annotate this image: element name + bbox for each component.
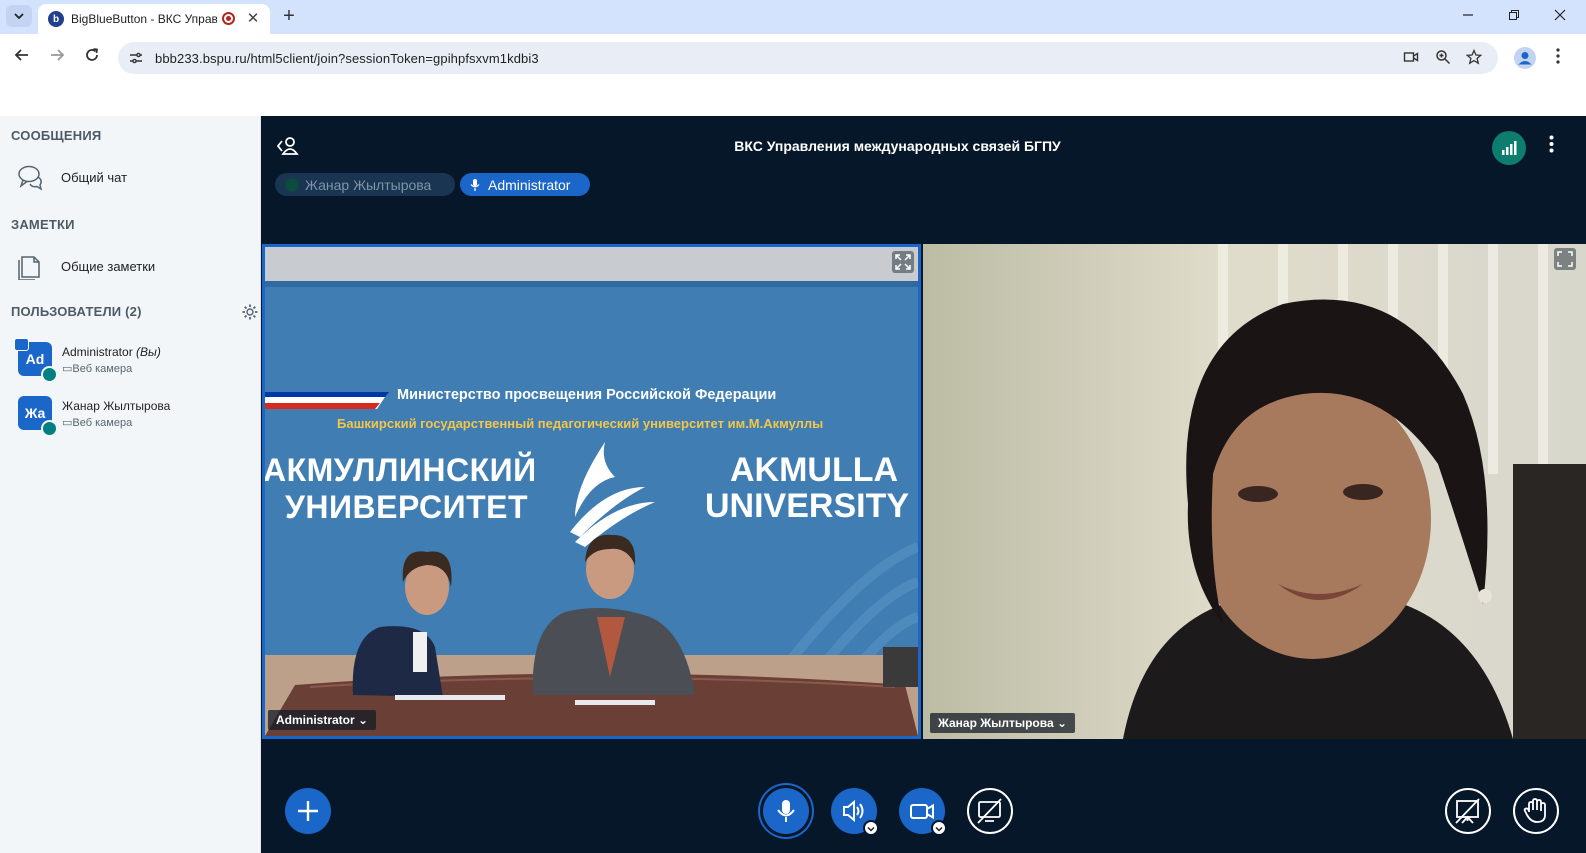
user-status: ▭Веб камера bbox=[62, 363, 133, 375]
user-name: Жанар Жылтырова bbox=[62, 399, 171, 413]
backdrop-ministry-text: Министерство просвещения Российской Феде… bbox=[397, 387, 777, 403]
hand-icon bbox=[1523, 798, 1546, 823]
forward-button[interactable] bbox=[46, 47, 68, 69]
close-window-button[interactable] bbox=[1548, 6, 1572, 26]
microphone-badge-icon bbox=[41, 420, 58, 437]
public-chat-item[interactable]: Общий чат bbox=[14, 160, 250, 196]
url-text: bbb233.bspu.ru/html5client/join?sessionT… bbox=[155, 51, 539, 66]
minimize-window-button[interactable] bbox=[1456, 6, 1480, 26]
microphone-icon bbox=[470, 178, 480, 191]
fullscreen-button[interactable] bbox=[892, 251, 914, 273]
browser-menu-button[interactable] bbox=[1552, 47, 1564, 69]
browser-tab-strip: b BigBlueButton - ВКС Управ ✕ + bbox=[0, 0, 1586, 34]
share-webcam-button[interactable] bbox=[899, 788, 947, 836]
presentation-off-icon bbox=[1455, 798, 1480, 824]
fullscreen-button[interactable] bbox=[1554, 248, 1576, 270]
video-tile-zhanar[interactable]: Жанар Жылтырова ⌄ bbox=[923, 244, 1586, 739]
webcam-video-zhanar bbox=[923, 244, 1586, 739]
mute-microphone-button[interactable] bbox=[763, 788, 809, 834]
expand-icon bbox=[895, 254, 911, 270]
microphone-badge-icon bbox=[41, 366, 58, 383]
close-tab-button[interactable]: ✕ bbox=[244, 10, 262, 28]
backdrop-ru-line2: УНИВЕРСИТЕТ bbox=[285, 489, 529, 525]
user-status: ▭Веб камера bbox=[62, 417, 133, 429]
users-heading: ПОЛЬЗОВАТЕЛИ (2) bbox=[11, 304, 142, 319]
share-screen-button[interactable] bbox=[967, 788, 1013, 834]
expand-icon bbox=[1557, 251, 1573, 267]
more-vertical-icon bbox=[1549, 135, 1553, 153]
recording-indicator-icon bbox=[222, 12, 235, 25]
public-chat-label: Общий чат bbox=[61, 170, 128, 185]
user-list-item[interactable]: Жа Жанар Жылтырова ▭Веб камера bbox=[16, 396, 256, 442]
connection-status-button[interactable] bbox=[1492, 131, 1526, 165]
signal-bars-icon bbox=[1502, 141, 1517, 155]
person-icon bbox=[1518, 52, 1532, 65]
meeting-area: ВКС Управления международных связей БГПУ… bbox=[261, 116, 1586, 853]
back-button[interactable] bbox=[11, 47, 33, 69]
gear-icon[interactable] bbox=[241, 303, 259, 321]
address-bar[interactable]: bbb233.bspu.ru/html5client/join?sessionT… bbox=[118, 42, 1498, 74]
presentation-toggle-button[interactable] bbox=[1445, 788, 1491, 834]
webcam-icon: ▭ bbox=[62, 363, 73, 375]
chevron-down-icon bbox=[867, 826, 875, 832]
talking-indicator[interactable]: Administrator bbox=[460, 173, 590, 196]
site-info-icon[interactable] bbox=[128, 50, 144, 66]
you-suffix: (Вы) bbox=[136, 345, 161, 359]
backdrop-en-line2: UNIVERSITY bbox=[705, 487, 910, 525]
bookmark-star-icon[interactable] bbox=[1465, 48, 1483, 67]
reload-icon bbox=[86, 48, 99, 61]
talking-name: Жанар Жылтырова bbox=[305, 176, 432, 193]
screen-share-off-icon bbox=[977, 798, 1002, 824]
options-menu-button[interactable] bbox=[1543, 134, 1559, 160]
restore-icon bbox=[1509, 10, 1519, 20]
video-tile-administrator[interactable]: Министерство просвещения Российской Феде… bbox=[262, 244, 921, 739]
browser-tab-active[interactable]: b BigBlueButton - ВКС Управ ✕ bbox=[38, 4, 270, 34]
notes-document-icon bbox=[18, 256, 40, 280]
actions-button[interactable] bbox=[285, 788, 331, 834]
tab-search-button[interactable] bbox=[6, 5, 32, 27]
browser-toolbar: bbb233.bspu.ru/html5client/join?sessionT… bbox=[0, 34, 1586, 82]
more-vertical-icon bbox=[1556, 48, 1560, 64]
profile-avatar-button[interactable] bbox=[1514, 47, 1536, 69]
camera-in-use-icon[interactable] bbox=[1402, 49, 1420, 67]
talking-name: Administrator bbox=[488, 176, 571, 193]
reload-button[interactable] bbox=[81, 47, 103, 69]
raise-hand-button[interactable] bbox=[1513, 788, 1559, 834]
new-tab-button[interactable]: + bbox=[278, 5, 300, 27]
messages-heading: СООБЩЕНИЯ bbox=[11, 128, 102, 143]
arrow-right-icon bbox=[51, 49, 65, 61]
microphone-icon bbox=[777, 800, 795, 822]
chevron-down-icon bbox=[935, 826, 943, 832]
backdrop-ru-line1: АКМУЛЛИНСКИЙ bbox=[263, 452, 537, 488]
user-list-item[interactable]: Ad Administrator (Вы) ▭Веб камера bbox=[14, 338, 256, 388]
minimize-icon bbox=[1463, 14, 1473, 16]
shared-notes-label: Общие заметки bbox=[61, 259, 156, 274]
tab-title: BigBlueButton - ВКС Управ bbox=[71, 12, 217, 26]
bigbluebutton-favicon-icon: b bbox=[48, 11, 64, 27]
audio-options-button[interactable] bbox=[863, 820, 879, 836]
shared-notes-item[interactable]: Общие заметки bbox=[14, 249, 250, 285]
user-name: Administrator (Вы) bbox=[62, 345, 161, 359]
talking-indicator[interactable]: Жанар Жылтырова bbox=[275, 173, 455, 196]
arrow-left-icon bbox=[14, 49, 28, 61]
video-name-tag[interactable]: Жанар Жылтырова ⌄ bbox=[930, 713, 1076, 733]
zoom-icon[interactable] bbox=[1434, 49, 1452, 67]
muted-dot-icon bbox=[285, 177, 299, 192]
presenter-screen-icon bbox=[14, 338, 29, 351]
notes-heading: ЗАМЕТКИ bbox=[11, 217, 75, 232]
close-icon bbox=[1554, 9, 1566, 21]
sidebar: СООБЩЕНИЯ Общий чат ЗАМЕТКИ Общие заметк… bbox=[0, 116, 261, 853]
meeting-title: ВКС Управления международных связей БГПУ bbox=[734, 138, 1061, 154]
plus-icon bbox=[298, 801, 318, 821]
chat-bubbles-icon bbox=[18, 165, 43, 191]
webcam-icon: ▭ bbox=[62, 417, 73, 429]
backdrop-university-text: Башкирский государственный педагогически… bbox=[337, 416, 824, 431]
webcam-options-button[interactable] bbox=[931, 820, 947, 836]
backdrop-en-line1: AKMULLA bbox=[730, 451, 899, 489]
chevron-down-icon bbox=[14, 13, 24, 20]
leave-audio-button[interactable] bbox=[831, 788, 879, 836]
restore-window-button[interactable] bbox=[1502, 6, 1526, 26]
video-name-tag[interactable]: Administrator ⌄ bbox=[268, 710, 377, 730]
